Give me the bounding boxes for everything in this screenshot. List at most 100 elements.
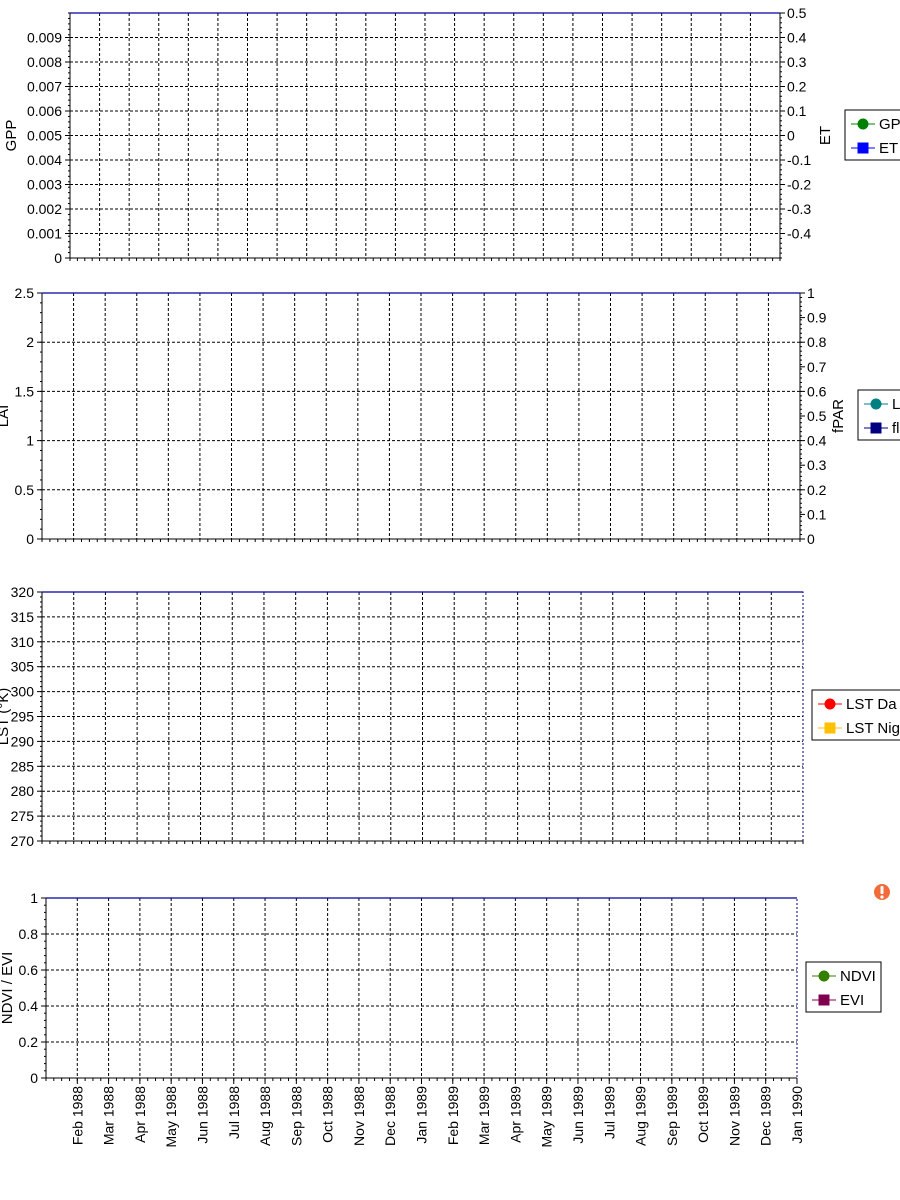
x-tick-label: Nov 1988 (351, 1086, 367, 1146)
y2-tick-label: 0.3 (807, 457, 827, 473)
x-tick-label: Jul 1988 (226, 1086, 242, 1139)
y-axis-title: LST (°K) (0, 688, 12, 745)
chart-3: 270 275 280 285 290 295 300 305 310 315 320 LST (°K… (0, 584, 900, 849)
y-tick-label: 0.008 (27, 54, 62, 70)
y-axis-title: LAI (0, 405, 12, 428)
x-tick-label: Jan 1989 (414, 1086, 430, 1144)
x-tick-label: Aug 1988 (257, 1086, 273, 1146)
legend-marker-square (818, 994, 830, 1006)
y-axis-title: NDVI / EVI (0, 952, 16, 1025)
y2-tick-label: -0.1 (787, 152, 811, 168)
y2-tick-label: 0.6 (807, 383, 827, 399)
y-tick-label: 1.5 (15, 383, 35, 399)
y-tick-label: 280 (11, 783, 35, 799)
y2-tick-label: 0.2 (807, 482, 827, 498)
y2-tick-label: 0.9 (807, 310, 827, 326)
y-tick-label: 0.5 (15, 482, 35, 498)
chart-4: 0 0.2 0.4 0.6 0.8 1 NDVI / EVI NDVI EVI Feb 1988 M… (0, 890, 882, 1148)
y2-tick-label: -0.4 (787, 226, 811, 242)
legend: LST Da LST Nig (811, 689, 900, 741)
y-tick-label: 0.003 (27, 177, 62, 193)
x-tick-label: Oct 1989 (695, 1086, 711, 1143)
y-tick-label: 2 (26, 334, 34, 350)
y-tick-label: 0.002 (27, 201, 62, 217)
y2-axis-title: ET (817, 126, 834, 145)
x-tick-label: Dec 1988 (382, 1086, 398, 1146)
legend-label: LST Nig (846, 720, 900, 737)
legend-marker-square (857, 142, 869, 154)
x-tick-label: Oct 1988 (320, 1086, 336, 1143)
y-tick-label: 2.5 (15, 285, 35, 301)
y2-axis-title: fPAR (830, 399, 847, 433)
y-tick-label: 1 (30, 890, 38, 906)
y-tick-label: 0.004 (27, 152, 62, 168)
y-tick-label: 0.4 (19, 998, 39, 1014)
legend-label: L (892, 396, 900, 413)
x-tick-label: May 1988 (163, 1086, 179, 1148)
x-tick-label: Feb 1989 (445, 1086, 461, 1145)
legend-marker-circle (870, 398, 882, 410)
y2-tick-label: 0 (787, 128, 795, 144)
y-tick-label: 290 (11, 733, 35, 749)
y-tick-label: 0.6 (19, 962, 39, 978)
legend-label: LST Da (846, 696, 897, 713)
legend-marker-circle (857, 118, 869, 130)
y2-tick-label: 0.7 (807, 359, 827, 375)
exclamation-icon-bar (880, 886, 884, 894)
x-tick-label: Mar 1989 (476, 1086, 492, 1145)
exclamation-icon-dot (880, 895, 884, 899)
legend-label: fl (892, 420, 900, 437)
x-tick-label: Apr 1989 (507, 1086, 523, 1143)
legend-label: GP (879, 116, 900, 133)
y-tick-label: 0.001 (27, 226, 62, 242)
y2-tick-label: 1 (807, 285, 815, 301)
y-tick-label: 320 (11, 584, 35, 600)
y2-tick-label: 0.4 (787, 30, 807, 46)
x-tick-label: Nov 1989 (726, 1086, 742, 1146)
x-tick-label: May 1989 (539, 1086, 555, 1148)
x-tick-label: Jul 1989 (601, 1086, 617, 1139)
legend-label: NDVI (840, 968, 876, 985)
legend-marker-circle (818, 970, 830, 982)
y-tick-label: 0.8 (19, 926, 39, 942)
legend: NDVI EVI (805, 961, 882, 1013)
legend-marker-circle (824, 698, 836, 710)
y-tick-label: 0.005 (27, 128, 62, 144)
exclamation-icon (874, 884, 890, 900)
x-tick-label: Sep 1988 (288, 1086, 304, 1146)
y-tick-label: 300 (11, 684, 35, 700)
chart-1: 0 0.001 0.002 0.003 0.004 0.005 0.006 0.007 0.00… (3, 5, 900, 266)
legend-marker-square (824, 722, 836, 734)
legend-marker-square (870, 422, 882, 434)
x-tick-label: Jun 1988 (194, 1086, 210, 1144)
y2-tick-label: -0.3 (787, 201, 811, 217)
legend: Lfl (857, 389, 900, 441)
y-tick-label: 1 (26, 433, 34, 449)
y-tick-label: 0.007 (27, 79, 62, 95)
y2-tick-label: 0.1 (807, 506, 827, 522)
y-tick-label: 315 (11, 609, 35, 625)
x-tick-label: Sep 1989 (664, 1086, 680, 1146)
y-tick-label: 0.2 (19, 1034, 39, 1050)
y-tick-label: 295 (11, 709, 35, 725)
charts-canvas: 0 0.001 0.002 0.003 0.004 0.005 0.006 0.007 0.00… (0, 5, 900, 1148)
y2-tick-label: 0.5 (807, 408, 827, 424)
legend-label: EVI (840, 992, 864, 1009)
y-tick-label: 310 (11, 634, 35, 650)
y-tick-label: 305 (11, 659, 35, 675)
y2-tick-label: 0.8 (807, 334, 827, 350)
legend-label: ET (879, 140, 898, 157)
y-axis-title: GPP (3, 120, 20, 152)
y-tick-label: 0 (26, 531, 34, 547)
y2-tick-label: 0.3 (787, 54, 807, 70)
y-tick-label: 0.006 (27, 103, 62, 119)
x-tick-label: Jan 1990 (789, 1086, 805, 1144)
y2-tick-label: 0.4 (807, 433, 827, 449)
chart-2: 0 0.5 1 1.5 2 2.5 0 0.1 0.2 0.3 0.4 0.5 0.6 0.7 0.8 0.9… (0, 285, 900, 547)
x-tick-label: Dec 1989 (758, 1086, 774, 1146)
x-tick-label: Aug 1989 (633, 1086, 649, 1146)
x-tick-label: Mar 1988 (101, 1086, 117, 1145)
y-tick-label: 0 (54, 250, 62, 266)
y2-tick-label: 0 (807, 531, 815, 547)
y-tick-label: 285 (11, 758, 35, 774)
